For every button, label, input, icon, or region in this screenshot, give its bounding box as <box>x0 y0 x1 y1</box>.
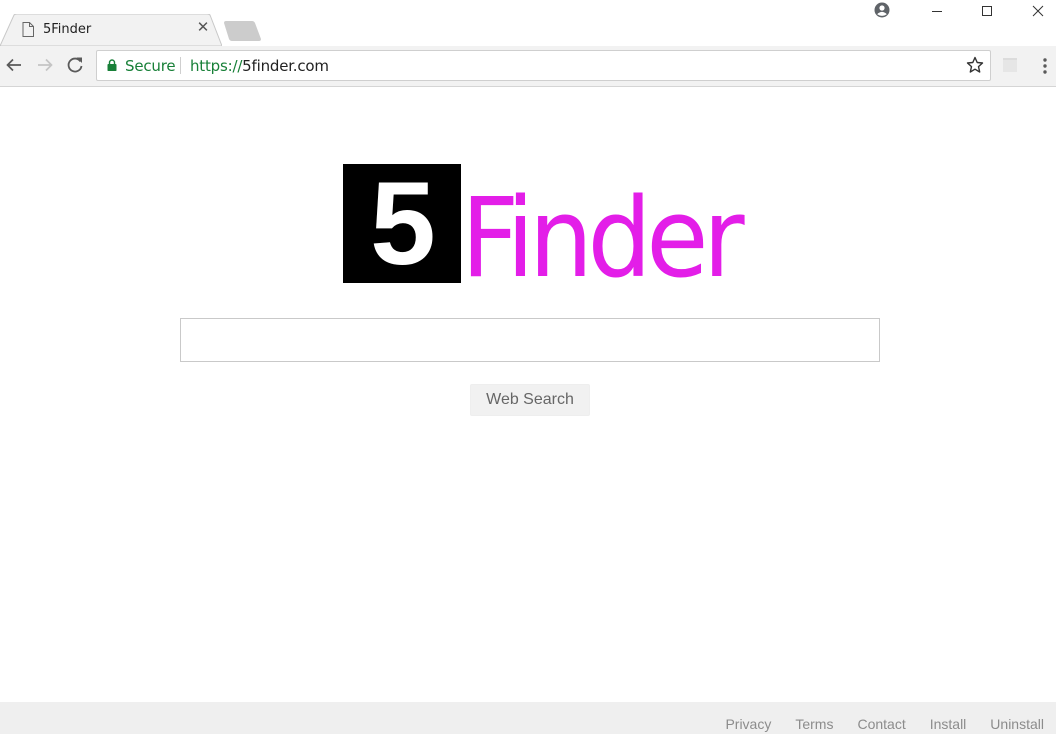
bookmark-star-icon[interactable] <box>966 56 984 74</box>
footer-link-privacy[interactable]: Privacy <box>725 716 771 732</box>
search-input[interactable] <box>180 318 880 362</box>
more-vertical-icon[interactable] <box>1039 57 1051 75</box>
back-arrow-icon[interactable] <box>4 55 24 75</box>
tab-title: 5Finder <box>43 22 92 37</box>
url-scheme: https:// <box>190 57 243 75</box>
browser-titlebar: 5Finder ✕ <box>0 0 1056 46</box>
logo-box: 5 <box>343 160 461 288</box>
url-text[interactable]: https://5finder.com <box>190 57 329 75</box>
lock-icon <box>107 59 117 71</box>
page-icon <box>22 22 34 37</box>
footer-link-install[interactable]: Install <box>930 716 967 732</box>
logo-digit: 5 <box>370 158 436 290</box>
profile-icon[interactable] <box>874 2 890 18</box>
tab-close-icon[interactable]: ✕ <box>195 20 211 36</box>
browser-toolbar: Secure https://5finder.com <box>0 46 1056 87</box>
footer-link-contact[interactable]: Contact <box>857 716 905 732</box>
footer-link-terms[interactable]: Terms <box>795 716 833 732</box>
extension-icon[interactable] <box>1003 58 1017 72</box>
security-label[interactable]: Secure <box>125 57 176 75</box>
url-host: 5finder.com <box>242 57 329 75</box>
address-separator <box>180 57 181 74</box>
web-search-button[interactable]: Web Search <box>470 384 590 416</box>
forward-arrow-icon[interactable] <box>35 55 55 75</box>
footer-links: Privacy Terms Contact Install Uninstall <box>701 716 1044 732</box>
logo-word: Finder <box>461 174 745 302</box>
window-close-icon[interactable] <box>1015 0 1056 24</box>
maximize-icon[interactable] <box>964 0 1010 24</box>
minimize-icon[interactable] <box>914 0 960 24</box>
browser-tab[interactable]: 5Finder ✕ <box>0 14 222 46</box>
footer: Privacy Terms Contact Install Uninstall <box>0 702 1056 734</box>
site-logo: 5 Finder <box>343 160 745 298</box>
reload-icon[interactable] <box>65 55 85 75</box>
new-tab-icon[interactable] <box>224 21 264 41</box>
footer-link-uninstall[interactable]: Uninstall <box>990 716 1044 732</box>
address-bar[interactable]: Secure https://5finder.com <box>96 50 991 81</box>
